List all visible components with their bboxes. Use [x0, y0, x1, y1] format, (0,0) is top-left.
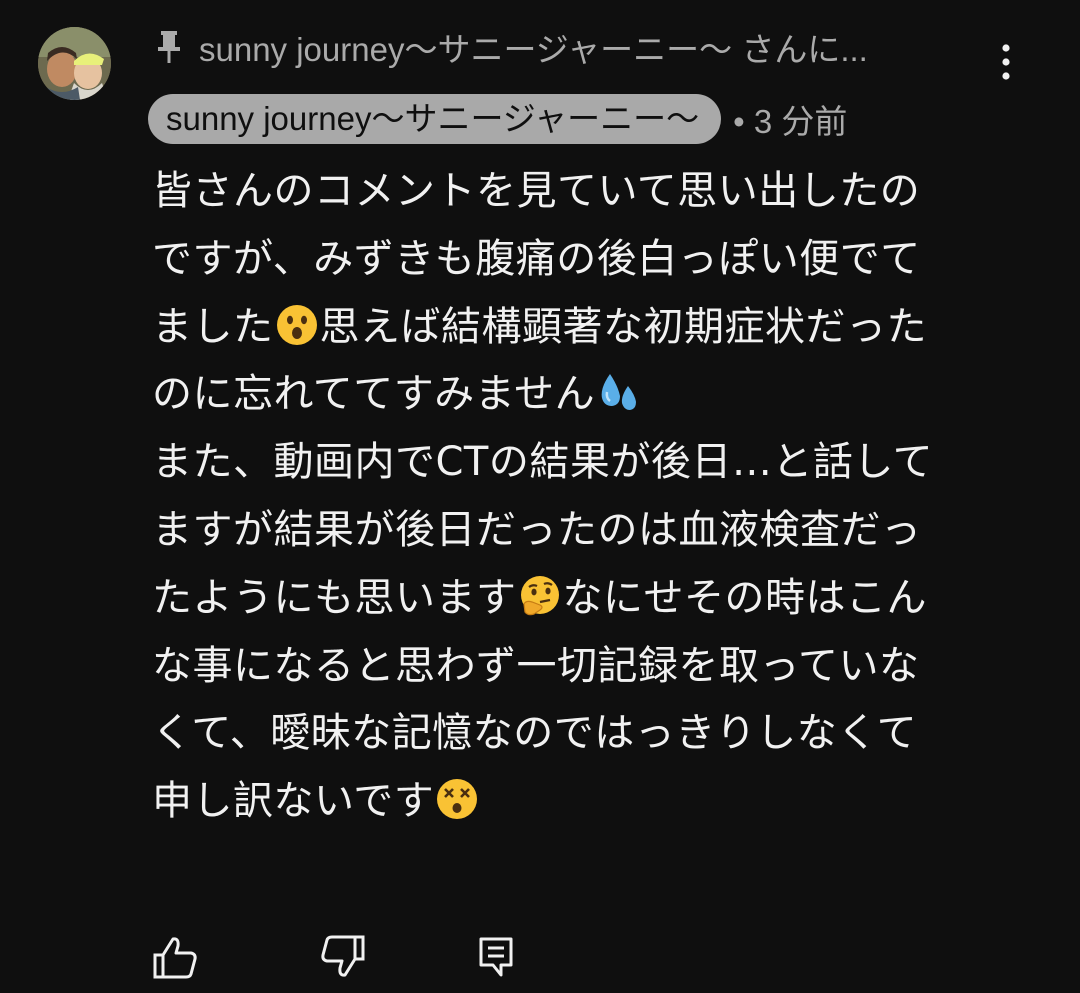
avatar[interactable]: [38, 27, 111, 100]
comment-line: ですが、みずきも腹痛の後白っぽい便でて: [152, 235, 921, 282]
comment-timestamp[interactable]: • 3 分前: [733, 95, 847, 143]
pin-icon: [158, 31, 180, 63]
reply-button[interactable]: [470, 932, 524, 982]
comment-line: ますが結果が後日だったのは血液検査だっ: [152, 506, 922, 553]
comment-text: 皆さんのコメントを見ていて思い出したの ですが、みずきも腹痛の後白っぽい便でて …: [152, 158, 1032, 836]
reply-comment-icon: [479, 937, 513, 977]
more-options-button[interactable]: [986, 40, 1026, 84]
pinned-indicator: sunny journey〜サニージャーニー〜 さんに...: [155, 22, 945, 72]
comment-line: くて、曖昧な記憶なのではっきりしなくて: [152, 710, 918, 757]
comment-header: sunny journey〜サニージャーニー〜 • 3 分前: [148, 94, 847, 144]
comment-line: ました 思えば結構顕著な初期症状だった: [152, 303, 927, 350]
surprised-face-emoji-icon: [276, 304, 317, 345]
comment-line: 申し訳ないです: [152, 768, 1032, 836]
comment-line: のに忘れててすみません: [152, 361, 1032, 429]
pinned-label: sunny journey〜サニージャーニー〜 さんに...: [199, 31, 868, 68]
thinking-face-emoji-icon: [520, 575, 559, 616]
sweat-droplets-emoji-icon: [601, 374, 637, 411]
author-name-chip[interactable]: sunny journey〜サニージャーニー〜: [148, 94, 722, 144]
comment-line: たようにも思います なにせその時はこん: [152, 574, 927, 621]
like-button[interactable]: [148, 932, 202, 982]
thumbs-down-icon: [321, 935, 365, 977]
dislike-button[interactable]: [316, 932, 370, 982]
comment-line: 皆さんのコメントを見ていて思い出したの: [152, 168, 921, 214]
comment-line: また、動画内でCTの結果が後日…と話して: [152, 439, 934, 486]
dizzy-face-emoji-icon: [437, 779, 478, 820]
more-vertical-icon: [1002, 44, 1010, 80]
comment-line: な事になると思わず一切記録を取っていな: [152, 642, 920, 689]
thumbs-up-icon: [153, 937, 197, 979]
